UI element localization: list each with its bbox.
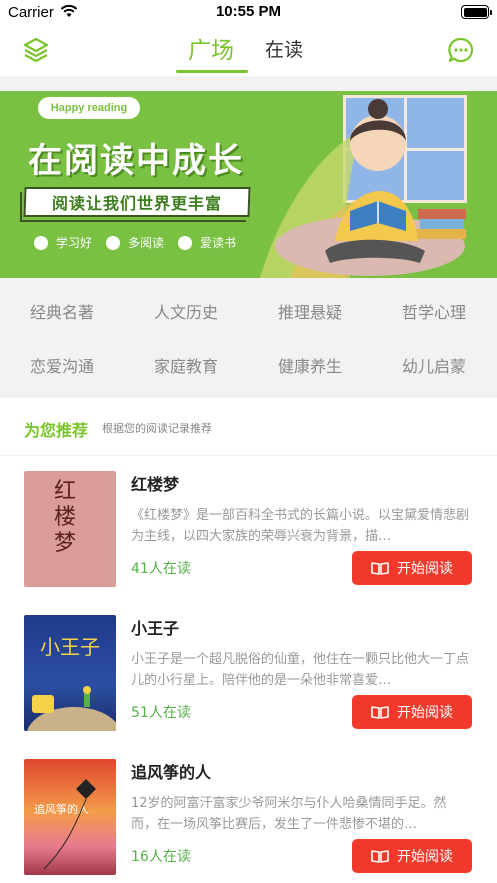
book-title: 追风筝的人 [131,763,212,782]
category-classics[interactable]: 经典名著 [0,299,124,323]
banner-title: 在阅读中成长 [28,141,244,181]
status-bar: Carrier 10:55 PM [0,0,497,26]
book-title: 小王子 [131,619,180,638]
clock: 10:55 PM [215,3,282,20]
category-health[interactable]: 健康养生 [248,353,372,377]
recommend-header: 为您推荐 根据您的阅读记录推荐 [0,398,497,456]
start-reading-button[interactable]: 开始阅读 [352,839,472,873]
banner-bullet-label: 爱读书 [200,236,237,250]
layers-icon[interactable] [22,36,50,64]
reading-girl-illustration [260,99,466,278]
reader-count: 51人在读 [131,705,191,721]
recommend-subtitle: 根据您的阅读记录推荐 [102,422,212,435]
top-nav: 广场 在读 [0,26,497,76]
book-open-icon [371,850,389,863]
banner-bullet: 多阅读 [106,234,164,251]
happy-reading-badge: Happy reading [38,97,140,119]
book-item[interactable]: 红楼梦 红楼梦 《红楼梦》是一部百科全书式的长篇小说。以宝黛爱情悲剧为主线，以四… [0,457,497,601]
book-description: 小王子是一个超凡脱俗的仙童，他住在一颗只比他大一丁点儿的小行星上。陪伴他的是一朵… [131,652,470,688]
book-cover: 小王子 [24,615,116,731]
banner-bullet-label: 多阅读 [128,236,165,250]
book-title: 红楼梦 [131,475,180,494]
start-reading-label: 开始阅读 [397,561,453,577]
banner-bullet: 爱读书 [178,234,236,251]
start-reading-button[interactable]: 开始阅读 [352,551,472,585]
banner-bullet-label: 学习好 [56,236,93,250]
cover-title: 红楼梦 [54,479,77,556]
category-relationships[interactable]: 恋爱沟通 [0,353,124,377]
book-item[interactable]: 追风筝的人 追风筝的人 12岁的阿富汗富家少爷阿米尔与仆人哈桑情同手足。然而，在… [0,745,497,883]
start-reading-label: 开始阅读 [397,849,453,865]
category-mystery[interactable]: 推理悬疑 [248,299,372,323]
category-humanities-history[interactable]: 人文历史 [124,299,248,323]
category-grid: 经典名著 人文历史 推理悬疑 哲学心理 恋爱沟通 家庭教育 健康养生 幼儿启蒙 [0,278,497,398]
category-philosophy-psychology[interactable]: 哲学心理 [372,299,496,323]
recommend-title: 为您推荐 [24,421,89,440]
bullet-circle-icon [106,235,121,250]
book-item[interactable]: 小王子 小王子 小王子是一个超凡脱俗的仙童，他住在一颗只比他大一丁点儿的小行星上… [0,601,497,745]
separator [0,76,497,91]
bullet-circle-icon [34,235,48,250]
cover-title: 小王子 [40,635,100,659]
bullet-circle-icon [178,235,193,250]
banner-bullets: 学习好 多阅读 爱读书 [34,234,250,251]
tab-plaza[interactable]: 广场 [188,31,234,65]
banner-bullet: 学习好 [34,234,92,251]
battery-icon [461,5,492,19]
active-tab-indicator [176,70,248,73]
chat-bubble-icon[interactable] [447,36,475,64]
reader-count: 41人在读 [131,561,191,577]
category-early-childhood[interactable]: 幼儿启蒙 [372,353,496,377]
kite-illustration [43,779,96,870]
book-description: 《红楼梦》是一部百科全书式的长篇小说。以宝黛爱情悲剧为主线，以四大家族的荣辱兴衰… [131,508,470,544]
reader-count: 16人在读 [131,849,191,865]
book-description: 12岁的阿富汗富家少爷阿米尔与仆人哈桑情同手足。然而，在一场风筝比赛后，发生了一… [131,796,447,832]
planet-illustration [26,686,116,731]
book-cover: 红楼梦 [24,471,116,587]
tab-reading[interactable]: 在读 [265,35,303,62]
start-reading-button[interactable]: 开始阅读 [352,695,472,729]
promo-banner[interactable]: Happy reading 在阅读中成长 阅读让我们世界更丰富 学习好 多阅读 … [0,91,497,278]
book-open-icon [371,562,389,575]
book-cover: 追风筝的人 [24,759,116,875]
banner-subtitle: 阅读让我们世界更丰富 [51,194,222,213]
start-reading-label: 开始阅读 [397,705,453,721]
category-family-education[interactable]: 家庭教育 [124,353,248,377]
book-open-icon [371,706,389,719]
